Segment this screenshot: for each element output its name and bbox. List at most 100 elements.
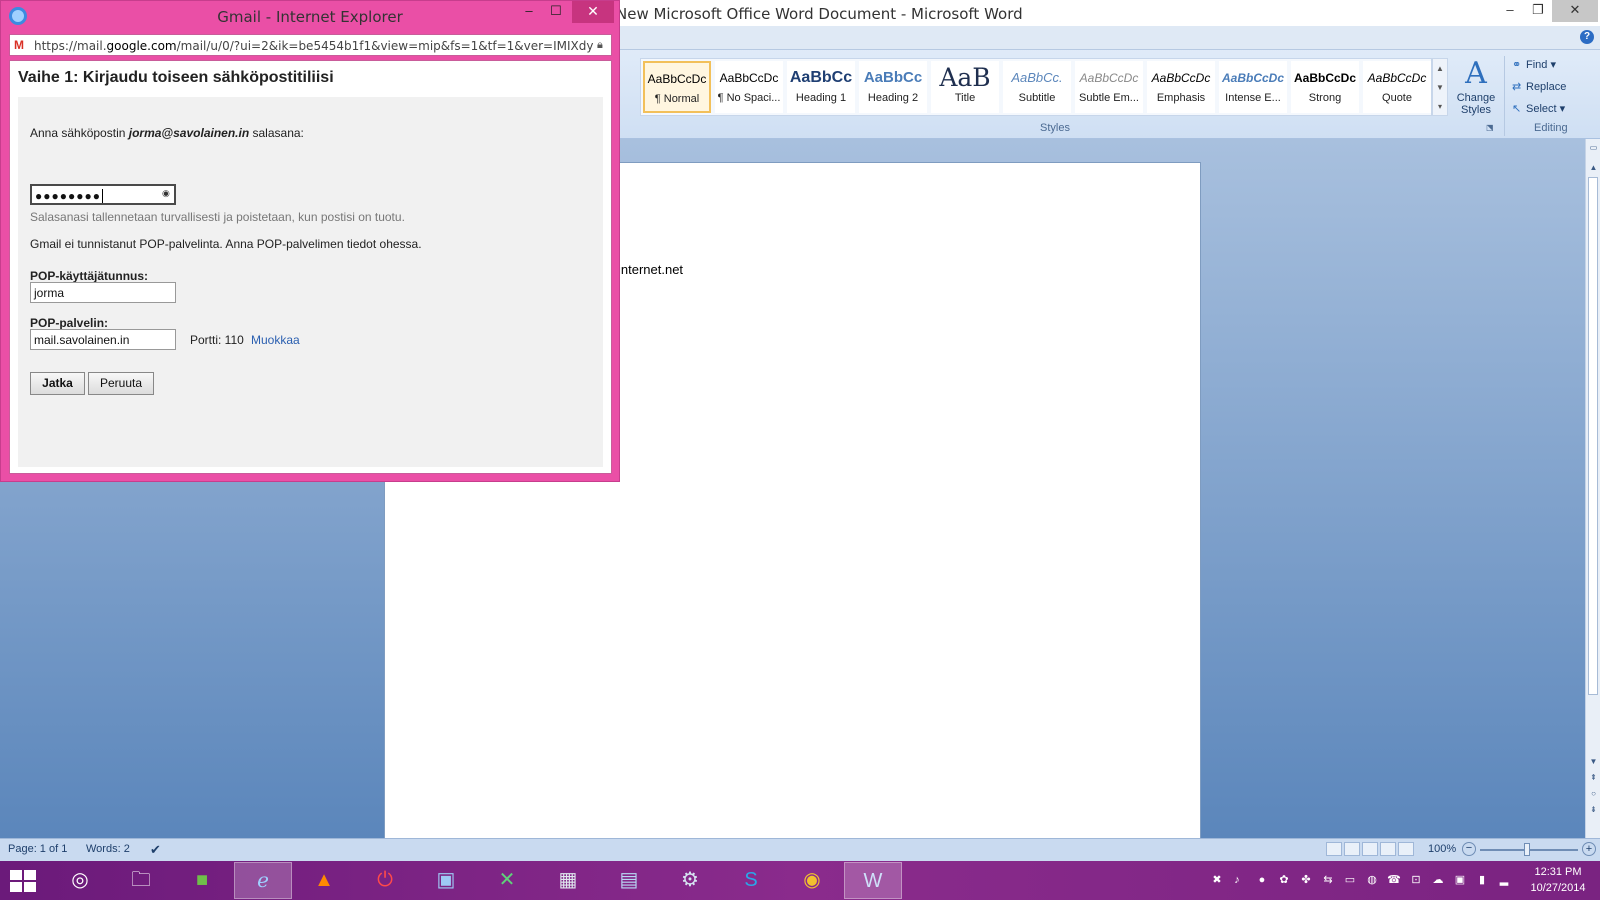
print-layout-view-icon[interactable]: [1326, 842, 1342, 856]
styles-dialog-launcher-icon[interactable]: ⬔: [1486, 123, 1494, 132]
edit-port-link[interactable]: Muokkaa: [251, 333, 300, 347]
address-bar[interactable]: M https://mail.google.com/mail/u/0/?ui=2…: [9, 34, 612, 56]
password-reveal-icon[interactable]: ◉: [162, 188, 171, 199]
gmail-favicon-icon: M: [14, 38, 24, 52]
tray-app-icon[interactable]: ☎: [1387, 873, 1401, 887]
style-label: Emphasis: [1156, 92, 1206, 104]
calculator-icon[interactable]: ▦: [539, 862, 597, 899]
tray-app-icon[interactable]: ▣: [1453, 873, 1467, 887]
style-title[interactable]: AaB Title: [931, 61, 999, 113]
password-field[interactable]: ●●●●●●●● ◉: [30, 184, 176, 205]
control-panel-icon[interactable]: ▣: [417, 862, 475, 899]
internet-explorer-taskbar-icon[interactable]: ℯ: [234, 862, 292, 899]
file-explorer-icon[interactable]: 🗀: [112, 862, 170, 899]
style-normal[interactable]: AaBbCcDc ¶ Normal: [643, 61, 711, 113]
full-screen-reading-icon[interactable]: [1344, 842, 1360, 856]
vlc-icon[interactable]: ▲: [295, 862, 353, 899]
tray-app-icon[interactable]: ✤: [1299, 873, 1313, 887]
style-no-spacing[interactable]: AaBbCcDc ¶ No Spaci...: [715, 61, 783, 113]
clock-time[interactable]: 12:31 PM: [1524, 866, 1592, 878]
select-button[interactable]: ↖ Select ▾: [1512, 102, 1565, 115]
proofing-check-icon[interactable]: ✔: [150, 842, 161, 858]
email-address: jorma@savolainen.in: [128, 126, 250, 140]
excel-icon[interactable]: ✕: [478, 862, 536, 899]
lock-icon[interactable]: 🔒︎: [597, 39, 607, 51]
volume-icon[interactable]: ♪: [1230, 873, 1244, 887]
ie-maximize-button[interactable]: ☐: [542, 1, 570, 23]
ie-minimize-button[interactable]: –: [516, 1, 542, 23]
remote-desktop-icon[interactable]: ▤: [600, 862, 658, 899]
chrome-icon[interactable]: ◉: [783, 862, 841, 899]
document-text[interactable]: internet.net: [618, 262, 683, 277]
word-minimize-button[interactable]: –: [1496, 0, 1524, 22]
find-button[interactable]: ⚭ Find ▾: [1512, 58, 1556, 71]
username-label: POP-käyttäjätunnus:: [30, 269, 149, 283]
tray-app-icon[interactable]: ●: [1255, 873, 1269, 887]
settings-app-icon[interactable]: ⚙: [661, 862, 719, 899]
tray-app-icon[interactable]: ⇆: [1321, 873, 1335, 887]
vertical-scrollbar[interactable]: ▭ ▲ ▼ ⇞ ○ ⇟: [1585, 139, 1600, 838]
speaker-app-icon[interactable]: ◎: [51, 862, 109, 899]
ruler-toggle-icon[interactable]: ▭: [1588, 143, 1599, 152]
url-path: /mail/u/0/?ui=2&ik=be5454b1f1&view=mip&f…: [176, 39, 594, 53]
zoom-slider-thumb[interactable]: [1524, 843, 1530, 856]
change-styles-button[interactable]: A Change Styles: [1452, 56, 1500, 118]
word-close-button[interactable]: ✕: [1552, 0, 1598, 22]
tray-app-icon[interactable]: ⊡: [1409, 873, 1423, 887]
word-taskbar-icon[interactable]: W: [844, 862, 902, 899]
outline-view-icon[interactable]: [1380, 842, 1396, 856]
power-button-icon[interactable]: ⏻: [356, 862, 414, 899]
continue-button[interactable]: Jatka: [30, 372, 85, 395]
network-warning-icon[interactable]: ✖: [1210, 873, 1224, 887]
windows-start-icon[interactable]: [10, 870, 36, 892]
scroll-down-icon[interactable]: ▼: [1588, 757, 1599, 766]
draft-view-icon[interactable]: [1398, 842, 1414, 856]
help-icon[interactable]: ?: [1580, 30, 1594, 44]
style-subtitle[interactable]: AaBbCc. Subtitle: [1003, 61, 1071, 113]
style-label: Strong: [1308, 92, 1342, 104]
word-window-title: New Microsoft Office Word Document - Mic…: [616, 5, 1023, 23]
battery-icon[interactable]: ▮: [1475, 873, 1489, 887]
browse-object-icon[interactable]: ○: [1588, 789, 1599, 798]
server-field[interactable]: mail.savolainen.in: [30, 329, 176, 350]
next-page-icon[interactable]: ⇟: [1588, 805, 1599, 814]
tray-app-icon[interactable]: ✿: [1277, 873, 1291, 887]
style-heading-2[interactable]: AaBbCc Heading 2: [859, 61, 927, 113]
style-emphasis[interactable]: AaBbCcDc Emphasis: [1147, 61, 1215, 113]
zoom-level[interactable]: 100%: [1428, 843, 1456, 855]
quick-styles-gallery: AaBbCcDc ¶ Normal AaBbCcDc ¶ No Spaci...…: [640, 58, 1432, 116]
word-count[interactable]: Words: 2: [86, 843, 130, 855]
port-text: Portti: 110: [190, 333, 244, 347]
style-intense-emphasis[interactable]: AaBbCcDc Intense E...: [1219, 61, 1287, 113]
scrollbar-thumb[interactable]: [1588, 177, 1598, 695]
zoom-in-icon[interactable]: +: [1582, 842, 1596, 856]
zoom-out-icon[interactable]: −: [1462, 842, 1476, 856]
ie-close-button[interactable]: ✕: [572, 1, 614, 23]
style-quote[interactable]: AaBbCcDc Quote: [1363, 61, 1431, 113]
word-restore-button[interactable]: ❐: [1524, 0, 1552, 22]
style-sample: AaBbCc.: [1011, 70, 1063, 85]
clock-date[interactable]: 10/27/2014: [1524, 882, 1592, 894]
style-label: ¶ No Spaci...: [717, 92, 781, 104]
gallery-scroll-buttons[interactable]: ▲ ▼ ▾: [1432, 58, 1448, 116]
cancel-button[interactable]: Peruuta: [88, 372, 154, 395]
signal-icon[interactable]: ▂: [1497, 873, 1511, 887]
editing-group-label: Editing: [1534, 122, 1568, 134]
page-count[interactable]: Page: 1 of 1: [8, 843, 67, 855]
replace-button[interactable]: ⇄ Replace: [1512, 80, 1566, 93]
username-field[interactable]: jorma: [30, 282, 176, 303]
address-url[interactable]: https://mail.google.com/mail/u/0/?ui=2&i…: [34, 39, 594, 53]
previous-page-icon[interactable]: ⇞: [1588, 773, 1599, 782]
tray-app-icon[interactable]: ◍: [1365, 873, 1379, 887]
minecraft-icon[interactable]: ■: [173, 862, 231, 899]
style-label: Title: [954, 92, 976, 104]
url-domain: google.com: [106, 39, 177, 53]
skype-icon[interactable]: S: [722, 862, 780, 899]
scroll-up-icon[interactable]: ▲: [1588, 163, 1599, 172]
tray-app-icon[interactable]: ▭: [1343, 873, 1357, 887]
onedrive-icon[interactable]: ☁: [1431, 873, 1445, 887]
style-heading-1[interactable]: AaBbCc Heading 1: [787, 61, 855, 113]
style-strong[interactable]: AaBbCcDc Strong: [1291, 61, 1359, 113]
style-subtle-emphasis[interactable]: AaBbCcDc Subtle Em...: [1075, 61, 1143, 113]
web-layout-icon[interactable]: [1362, 842, 1378, 856]
